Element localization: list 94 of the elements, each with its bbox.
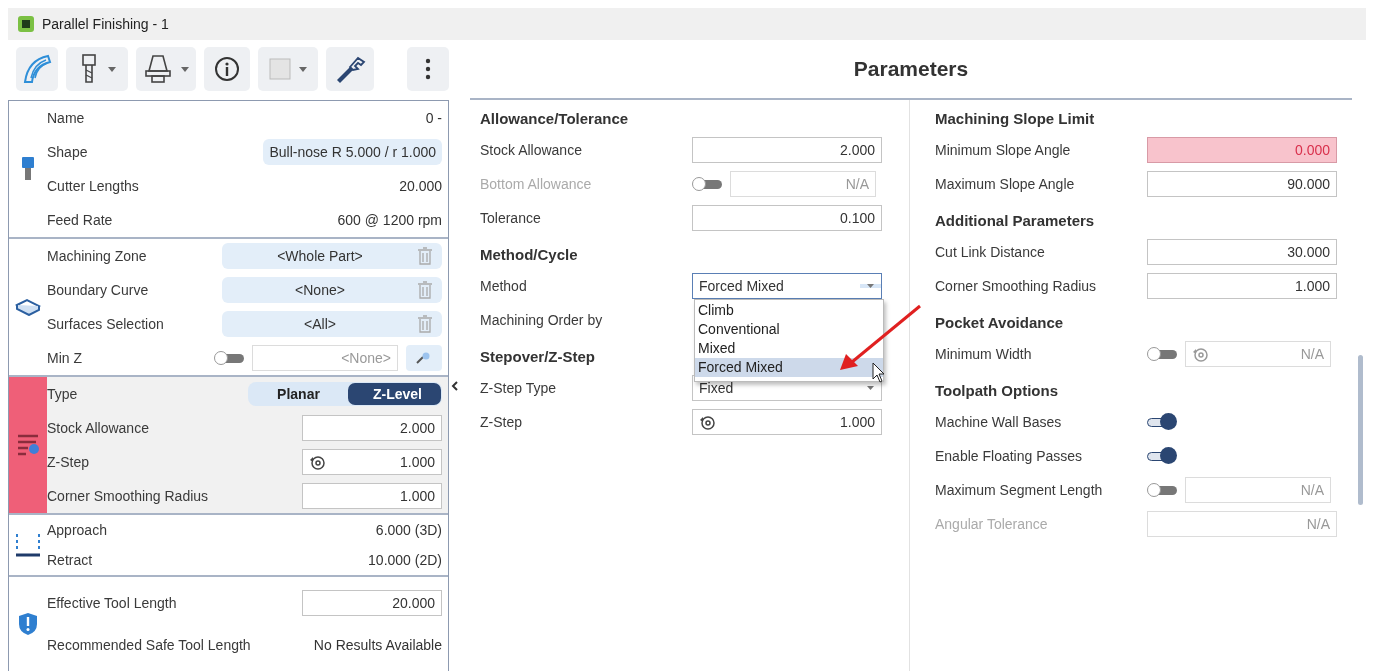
dropdown-option[interactable]: Mixed	[695, 339, 883, 358]
shield-icon	[18, 612, 38, 636]
field-label: Shape	[47, 144, 88, 160]
field-value: 20.000	[399, 178, 442, 194]
field-label: Z-Step	[47, 454, 89, 470]
links-icon	[15, 532, 41, 558]
field-value: 6.000 (3D)	[375, 522, 442, 538]
field-label: Machine Wall Bases	[935, 414, 1063, 430]
field-label: Machining Zone	[47, 248, 147, 264]
field-label: Cutter Lengths	[47, 178, 139, 194]
field-label: Machining Order by	[480, 312, 604, 328]
group-title: Allowance/Tolerance	[480, 108, 629, 129]
dropdown-select[interactable]: Forced Mixed	[692, 273, 882, 299]
pattern-icon	[269, 58, 291, 80]
field-label: Boundary Curve	[47, 282, 149, 298]
field-label: Stock Allowance	[47, 420, 149, 436]
shape-selector[interactable]: Bull-nose R 5.000 / r 1.000	[263, 139, 442, 165]
field-label: Tolerance	[480, 210, 542, 226]
field-label: Bottom Allowance	[480, 176, 593, 192]
input-field[interactable]: 90.000	[1147, 171, 1337, 197]
field-label: Feed Rate	[47, 212, 113, 228]
input-field[interactable]: 1.000	[1147, 273, 1337, 299]
dropdown-option[interactable]: Climb	[695, 301, 883, 320]
toolbar-button[interactable]	[204, 47, 250, 91]
toolbar-button[interactable]	[326, 47, 374, 91]
field-label: Corner Smoothing Radius	[47, 488, 209, 504]
scroll-bar[interactable]	[1358, 355, 1363, 505]
field-label: Type	[47, 386, 78, 402]
cutter-icon	[22, 157, 34, 181]
input-field[interactable]: 1.000	[692, 409, 882, 435]
caret-icon	[299, 66, 307, 72]
toolbar-button[interactable]	[66, 47, 128, 91]
group-title: Toolpath Options	[935, 380, 1059, 401]
toggle-switch[interactable]	[1147, 347, 1177, 361]
field-label: Maximum Segment Length	[935, 482, 1104, 498]
caret-icon	[860, 284, 881, 288]
field-label: Z-Step	[480, 414, 523, 430]
spiral-icon	[699, 414, 715, 430]
field-label: Cut Link Distance	[935, 244, 1046, 260]
field-value: No Results Available	[313, 637, 442, 653]
field-value: 0 -	[425, 110, 442, 126]
input-field[interactable]: 1.000	[302, 483, 442, 509]
group-title: Pocket Avoidance	[935, 312, 1064, 333]
collapse-icon[interactable]	[451, 381, 458, 391]
info-icon	[214, 56, 240, 82]
field-label: Method	[480, 278, 528, 294]
field-value: 10.000 (2D)	[368, 552, 442, 568]
group-title: Method/Cycle	[480, 244, 578, 265]
type-option[interactable]: Z-Level	[348, 383, 441, 405]
window-title: Parallel Finishing - 1	[42, 16, 169, 32]
input-field[interactable]: 0.100	[692, 205, 882, 231]
field-label: Corner Smoothing Radius	[935, 278, 1098, 294]
input-field[interactable]: 2.000	[692, 137, 882, 163]
input-field[interactable]: 20.000	[302, 590, 442, 616]
group-title: Additional Parameters	[935, 210, 1095, 231]
field-value: 600 @ 1200 rpm	[337, 212, 442, 228]
strategy-icon	[16, 433, 40, 457]
field-label: Minimum Slope Angle	[935, 142, 1072, 158]
caret-icon	[108, 66, 116, 72]
field-label: Name	[47, 110, 85, 126]
spiral-icon	[1192, 346, 1208, 362]
field-label: Stock Allowance	[480, 142, 583, 158]
field-label: Enable Floating Passes	[935, 448, 1084, 464]
field-label: Z-Step Type	[480, 380, 557, 396]
field-label: Min Z	[47, 350, 82, 366]
field-label: Angular Tolerance	[935, 516, 1049, 532]
dropdown-option[interactable]: Conventional	[695, 320, 883, 339]
holder-icon	[143, 53, 173, 85]
field-label: Surfaces Selection	[47, 316, 164, 332]
more-icon	[425, 58, 431, 80]
field-label: Maximum Slope Angle	[935, 176, 1076, 192]
group-title: Machining Slope Limit	[935, 108, 1095, 129]
app-icon	[18, 16, 34, 32]
field-label: Effective Tool Length	[47, 595, 177, 611]
panel-title: Parameters	[853, 57, 969, 81]
input-field[interactable]: 1.000	[302, 449, 442, 475]
field-label: Minimum Width	[935, 346, 1033, 362]
toggle-switch[interactable]	[1147, 483, 1177, 497]
group-title: Stepover/Z-Step	[480, 346, 596, 367]
toolbar-button[interactable]	[136, 47, 196, 91]
surface-icon	[15, 298, 41, 316]
toggle-switch[interactable]	[1147, 415, 1177, 429]
toggle-switch[interactable]	[1147, 449, 1177, 463]
caret-icon	[181, 66, 189, 72]
toolpath-icon	[22, 54, 52, 84]
field-label: Approach	[47, 522, 107, 538]
spiral-icon	[309, 454, 325, 470]
field-label: Retract	[47, 552, 93, 568]
input-field[interactable]: 30.000	[1147, 239, 1337, 265]
toggle-switch[interactable]	[214, 351, 244, 365]
input-field[interactable]: 2.000	[302, 415, 442, 441]
field-label: Recommended Safe Tool Length	[47, 637, 251, 653]
pick-icon	[416, 352, 432, 364]
type-option[interactable]: Planar	[249, 383, 348, 405]
